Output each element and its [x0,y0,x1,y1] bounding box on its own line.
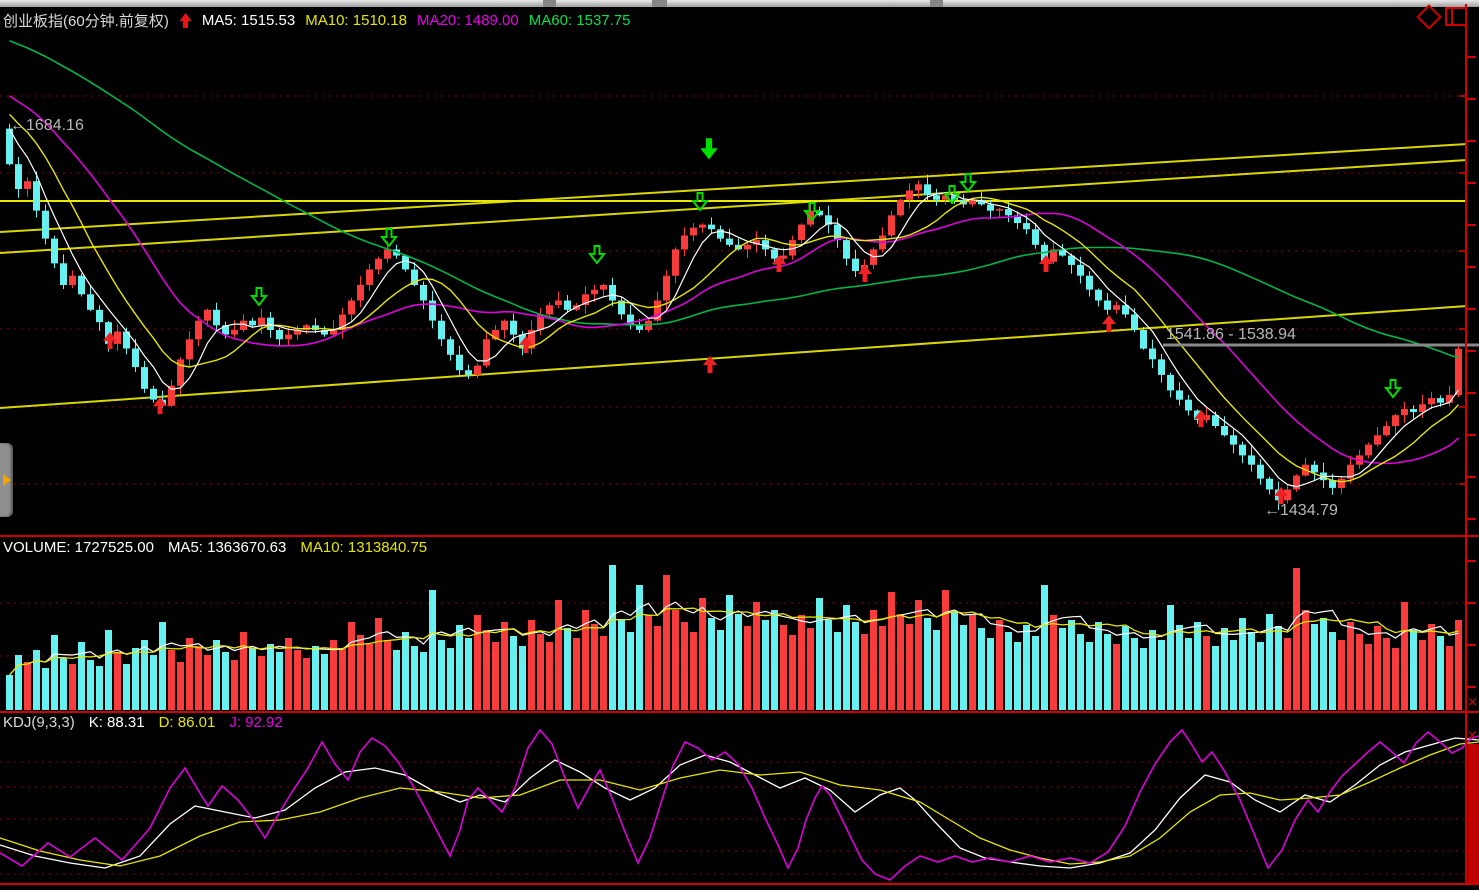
trend-line [0,144,1467,232]
current-price-label: 1541.86 - 1538.94 [1166,326,1296,344]
high-price-label: ←1684.16 [10,117,84,135]
ma10-value: MA10: 1510.18 [305,12,407,29]
panel-expand-handle[interactable] [0,443,13,517]
kdj-header: KDJ(9,3,3) K: 88.31 D: 86.01 J: 92.92 [3,714,283,731]
ma20-line [10,96,1459,464]
trend-line [0,160,1467,253]
up-arrow-icon [179,12,192,29]
expand-arrow-icon [3,474,11,486]
chart-header: 创业板指(60分钟.前复权) MA5: 1515.53 MA10: 1510.1… [3,10,631,30]
buy-signal-arrow [858,265,872,282]
volume-ma5: MA5: 1363670.63 [168,539,286,556]
instrument-title: 创业板指(60分钟.前复权) [3,10,169,31]
close-x-icon[interactable]: × [1467,695,1478,710]
trend-line [0,306,1467,408]
kdj-j-line [0,730,1479,880]
axis-scrollbar[interactable] [1468,744,1479,883]
volume-value: VOLUME: 1727525.00 [3,539,154,556]
split-bar [1451,9,1453,24]
ma60-value: MA60: 1537.75 [529,12,631,29]
ma5-line [10,129,1459,487]
stock-app-window: { "header": { "title": "创业板指(60分钟.前复权)",… [0,0,1479,890]
sell-signal-arrow [382,229,396,246]
volume-bars [6,565,1462,710]
sell-signal-arrow [252,288,266,305]
low-price-label: ←1434.79 [1264,502,1338,520]
close-x-icon[interactable]: × [1467,728,1478,743]
signal-arrows [103,138,1400,504]
sell-signal-arrow [590,246,604,263]
ma20-value: MA20: 1489.00 [417,12,519,29]
ma5-value: MA5: 1515.53 [202,12,295,29]
split-window-icon[interactable] [1445,7,1467,26]
diamond-icon[interactable] [1416,4,1441,29]
kdj-j: J: 92.92 [229,714,282,731]
grid-lines [0,96,1466,874]
sell-signal-arrow [961,174,975,191]
candlestick-series [6,124,1462,510]
price-axis-border[interactable]: ×× [1459,4,1479,884]
kdj-name: KDJ(9,3,3) [3,714,75,731]
kdj-d: D: 86.01 [159,714,216,731]
ma60-line [10,41,1459,358]
volume-ma10: MA10: 1313840.75 [300,539,427,556]
volume-header: VOLUME: 1727525.00 MA5: 1363670.63 MA10:… [3,539,427,556]
kdj-k: K: 88.31 [89,714,145,731]
kdj-d-line [0,742,1479,866]
kdj-k-line [0,738,1479,868]
sell-signal-arrow [700,138,718,159]
sell-signal-arrow [1386,380,1400,397]
